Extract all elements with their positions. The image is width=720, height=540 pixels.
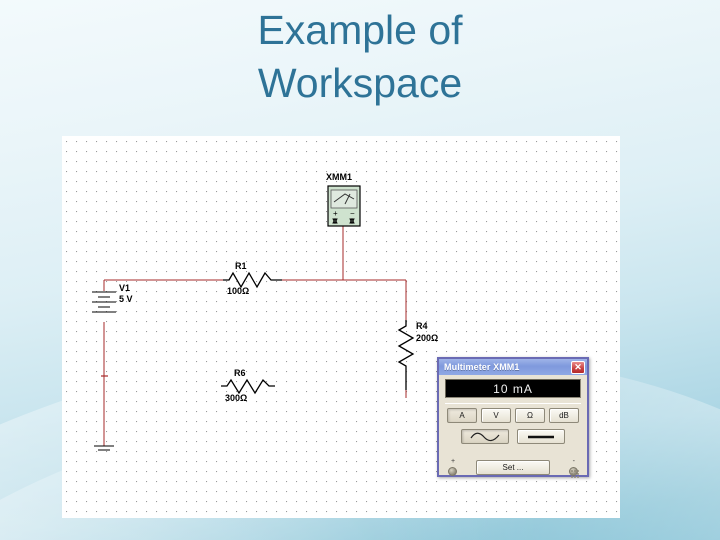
terminal-positive[interactable] bbox=[448, 467, 457, 476]
component-r4 bbox=[397, 320, 415, 390]
multimeter-titlebar[interactable]: Multimeter XMM1 ✕ bbox=[439, 359, 587, 375]
terminal-negative-label: - bbox=[572, 458, 575, 465]
set-button[interactable]: Set ... bbox=[476, 460, 550, 475]
label-r6-value: 300Ω bbox=[225, 393, 247, 403]
slide-canvas: Example of Workspace V1 5 V R1 100Ω R4 2… bbox=[0, 0, 720, 540]
ammeter-mode-button[interactable]: A bbox=[447, 408, 477, 423]
label-r1-ref: R1 bbox=[235, 261, 247, 271]
resize-grip[interactable] bbox=[571, 470, 579, 478]
multimeter-readout-display: 10 mA bbox=[445, 379, 581, 398]
page-title: Example of Workspace bbox=[257, 7, 463, 106]
label-r1-value: 100Ω bbox=[227, 286, 249, 296]
label-r6-ref: R6 bbox=[234, 368, 246, 378]
multimeter-dialog[interactable]: Multimeter XMM1 ✕ 10 mA A V Ω dB + Set .… bbox=[437, 357, 589, 479]
component-xmm1: + − bbox=[327, 185, 361, 227]
close-icon[interactable]: ✕ bbox=[571, 360, 585, 374]
component-r1 bbox=[223, 271, 282, 289]
divider bbox=[445, 403, 581, 404]
component-ground bbox=[94, 445, 114, 451]
svg-text:+: + bbox=[333, 209, 338, 218]
label-xmm1-ref: XMM1 bbox=[326, 172, 352, 182]
component-r6 bbox=[221, 378, 275, 395]
schematic-workspace[interactable]: V1 5 V R1 100Ω R4 200Ω R6 300Ω + − XMM1 … bbox=[62, 136, 620, 518]
multimeter-footer: + Set ... - bbox=[445, 451, 581, 479]
label-r4-value: 200Ω bbox=[416, 333, 438, 343]
label-v1-value: 5 V bbox=[119, 294, 133, 304]
signal-mode-group bbox=[445, 429, 581, 444]
terminal-positive-label: + bbox=[451, 458, 456, 465]
svg-text:−: − bbox=[350, 209, 355, 218]
dc-line-icon bbox=[528, 435, 554, 439]
voltmeter-mode-button[interactable]: V bbox=[481, 408, 511, 423]
measurement-mode-group: A V Ω dB bbox=[445, 408, 581, 423]
multimeter-body: 10 mA A V Ω dB + Set ... - bbox=[439, 375, 587, 479]
component-v1 bbox=[92, 291, 116, 313]
label-r4-ref: R4 bbox=[416, 321, 428, 331]
multimeter-title-text: Multimeter XMM1 bbox=[444, 362, 520, 372]
dc-mode-button[interactable] bbox=[517, 429, 565, 444]
ohmmeter-mode-button[interactable]: Ω bbox=[515, 408, 545, 423]
ac-waveform-icon bbox=[470, 432, 500, 442]
decibel-mode-button[interactable]: dB bbox=[549, 408, 579, 423]
label-v1-ref: V1 bbox=[119, 283, 130, 293]
ac-mode-button[interactable] bbox=[461, 429, 509, 444]
